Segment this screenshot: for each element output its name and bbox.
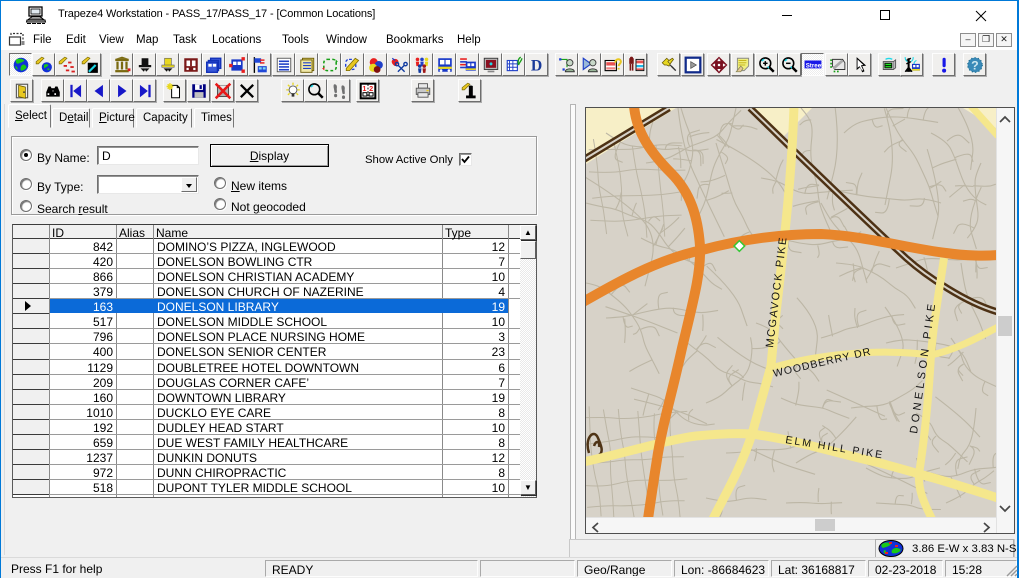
svg-text:Street: Street <box>806 62 822 69</box>
svg-text:2: 2 <box>369 84 373 93</box>
svg-text:?: ? <box>971 59 979 73</box>
svg-text:1: 1 <box>362 84 366 93</box>
svg-text:D: D <box>531 58 542 74</box>
